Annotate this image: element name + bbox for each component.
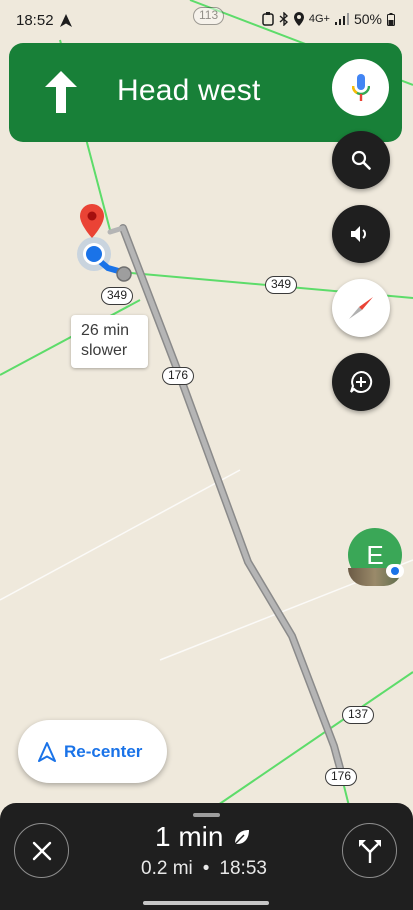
arrival-time: 18:53	[219, 858, 267, 879]
trip-details-row: 0.2 mi • 18:53	[141, 858, 267, 880]
navigation-instruction: Head west	[117, 74, 261, 107]
road-label-349-right: 349	[265, 276, 298, 294]
battery-percent: 50%	[353, 11, 382, 27]
recenter-label: Re-center	[64, 741, 143, 761]
battery-icon	[387, 12, 395, 26]
signal-icon	[334, 13, 349, 25]
road-label-349-left: 349	[101, 287, 134, 305]
navigation-arrow-icon	[60, 14, 72, 27]
navigation-arrow-icon	[38, 741, 56, 762]
road-label-176-top: 176	[162, 367, 195, 385]
home-indicator	[143, 901, 269, 905]
location-sharing-icon	[386, 564, 404, 578]
search-along-route-button[interactable]	[332, 131, 390, 189]
sound-button[interactable]	[332, 205, 390, 263]
bluetooth-icon	[279, 12, 288, 26]
screenshot-icon	[262, 12, 274, 26]
add-report-icon	[350, 370, 373, 393]
add-report-button[interactable]	[332, 353, 390, 411]
mic-icon	[351, 73, 370, 101]
alternate-routes-button[interactable]	[342, 823, 397, 878]
trip-duration-row: 1 min	[155, 821, 251, 853]
callout-comparison: slower	[81, 342, 128, 359]
status-icons: 4G+ 50%	[262, 11, 395, 27]
status-time: 18:52	[16, 12, 54, 29]
trip-duration: 1 min	[155, 821, 224, 852]
search-icon	[351, 150, 371, 170]
voice-search-button[interactable]	[332, 59, 389, 116]
arrow-up-icon	[45, 71, 77, 113]
location-icon	[293, 12, 304, 26]
recenter-button[interactable]: Re-center	[18, 720, 167, 783]
eco-leaf-icon	[234, 830, 250, 845]
trip-summary-sheet[interactable]: 1 min 0.2 mi • 18:53	[0, 803, 413, 910]
fork-routes-icon	[358, 839, 381, 863]
user-avatar[interactable]: E	[348, 528, 404, 588]
drag-handle[interactable]	[193, 813, 220, 817]
navigation-banner[interactable]: Head west	[9, 43, 402, 142]
road-label-137: 137	[342, 706, 375, 724]
exit-navigation-button[interactable]	[14, 823, 69, 878]
callout-time: 26 min	[81, 322, 130, 339]
compass-icon	[349, 297, 373, 319]
network-type: 4G+	[308, 13, 330, 25]
volume-icon	[351, 226, 366, 242]
trip-distance: 0.2 mi	[141, 858, 193, 879]
road-label-113: 113	[193, 7, 225, 25]
compass-button[interactable]	[332, 279, 390, 337]
alternate-route-callout[interactable]: 26 min slower	[71, 315, 148, 368]
close-icon	[32, 841, 51, 860]
road-label-176-bottom: 176	[325, 768, 358, 786]
trip-separator: •	[202, 858, 210, 879]
